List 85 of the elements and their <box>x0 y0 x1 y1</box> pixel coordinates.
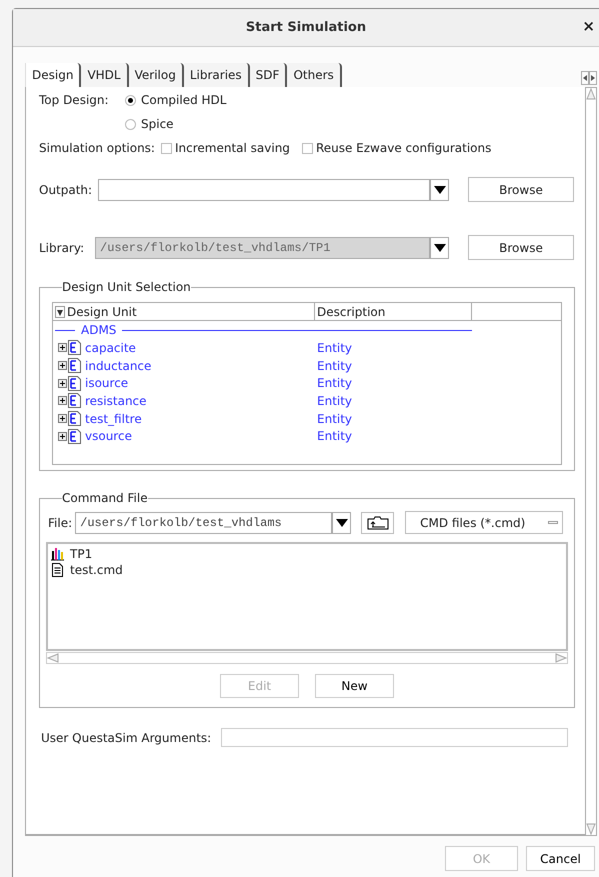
horizontal-scrollbar[interactable] <box>46 652 568 664</box>
column-header[interactable]: Design Unit <box>53 303 315 320</box>
entity-icon <box>68 340 81 356</box>
folder-up-icon <box>366 516 389 530</box>
tab[interactable]: Design <box>25 63 82 87</box>
radio-button[interactable] <box>125 118 136 130</box>
right-arrow-icon <box>555 653 567 663</box>
entity-icon <box>68 358 81 374</box>
filter-dropdown[interactable]: CMD files (*.cmd) <box>405 511 564 534</box>
dropdown-icon <box>434 186 446 194</box>
entity-icon <box>68 376 81 391</box>
expand-icon[interactable] <box>58 432 67 441</box>
design-unit-name: vsource <box>85 428 132 446</box>
field-label: Library: <box>39 240 86 256</box>
radio-option[interactable]: Compiled HDL <box>125 91 226 109</box>
description-cell-text: Entity <box>316 392 352 410</box>
entity-icon <box>68 411 81 426</box>
entity-icon <box>68 428 81 444</box>
document-icon <box>50 563 65 577</box>
dropdown-button[interactable] <box>430 236 449 258</box>
scroll-left-button[interactable] <box>581 71 589 85</box>
expand-icon[interactable] <box>58 378 67 388</box>
checkbox[interactable] <box>160 142 172 154</box>
description-cell-text: Entity <box>316 428 352 446</box>
browse-button[interactable]: Browse <box>468 177 574 202</box>
expand-icon[interactable] <box>58 396 67 406</box>
dropdown-icon <box>434 244 446 252</box>
design-unit-row[interactable]: inductance Entity <box>53 356 561 374</box>
field-label: Outpath: <box>39 182 94 198</box>
design-unit-name: test_filtre <box>85 410 142 428</box>
tab[interactable]: Others <box>287 63 342 87</box>
path-field[interactable] <box>98 178 430 200</box>
close-button[interactable]: × <box>582 19 595 34</box>
path-field[interactable]: /users/florkolb/test_vhdlams <box>75 512 332 534</box>
description-cell-text: Entity <box>316 358 352 375</box>
expand-icon[interactable] <box>58 361 67 370</box>
description-cell-text: Entity <box>316 340 352 357</box>
radio-option[interactable]: Spice <box>125 115 226 133</box>
design-unit-name: isource <box>85 375 128 392</box>
scroll-right-button[interactable] <box>589 71 597 85</box>
column-header[interactable]: Description <box>315 303 472 320</box>
file-item[interactable]: TP1 <box>50 546 564 562</box>
arguments-label: User QuestaSim Arguments: <box>41 730 212 746</box>
design-unit-row[interactable]: capacite Entity <box>53 339 561 357</box>
right-arrow-icon <box>591 75 595 81</box>
group-header: ADMS <box>80 322 118 339</box>
command-button[interactable]: New <box>315 674 394 698</box>
dialog-button[interactable]: Cancel <box>526 846 595 871</box>
design-unit-name: capacite <box>85 340 136 357</box>
tab[interactable]: Libraries <box>184 63 250 87</box>
radio-button[interactable] <box>125 94 136 106</box>
dropdown-icon <box>336 518 348 526</box>
vertical-scrollbar[interactable] <box>585 87 597 836</box>
design-unit-row[interactable]: test_filtre Entity <box>53 410 561 428</box>
checkbox[interactable] <box>302 142 313 154</box>
waveform-bars-icon <box>50 547 65 561</box>
description-cell-text: Entity <box>316 375 352 392</box>
expand-icon[interactable] <box>58 414 67 424</box>
arguments-field[interactable] <box>221 728 568 747</box>
file-item[interactable]: test.cmd <box>50 562 564 578</box>
design-unit-name: inductance <box>85 358 152 375</box>
expand-icon[interactable] <box>58 343 67 352</box>
tab[interactable]: Verilog <box>128 63 184 87</box>
entity-icon <box>68 393 81 408</box>
checkbox-option[interactable]: Reuse Ezwave configurations <box>302 139 492 157</box>
tab[interactable]: VHDL <box>81 63 129 87</box>
left-arrow-icon <box>583 75 587 81</box>
group-title: Command File <box>62 490 148 507</box>
group-title: Design Unit Selection <box>62 279 191 296</box>
tab[interactable]: SDF <box>250 63 288 87</box>
file-label: File: <box>48 514 72 532</box>
sort-icon <box>55 306 65 318</box>
simulation-options-label: Simulation options: <box>39 140 155 157</box>
description-cell-text: Entity <box>316 410 352 428</box>
top-design-label: Top Design: <box>39 92 110 109</box>
checkbox-option[interactable]: Incremental saving <box>160 139 290 157</box>
dropdown-button[interactable] <box>430 178 449 200</box>
dropdown-button[interactable] <box>332 512 352 534</box>
design-unit-name: resistance <box>85 392 147 410</box>
parent-folder-button[interactable] <box>361 512 394 534</box>
left-arrow-icon <box>47 653 59 663</box>
design-unit-row[interactable]: vsource Entity <box>53 427 561 446</box>
design-unit-row[interactable]: isource Entity <box>53 374 561 392</box>
window-title: Start Simulation <box>246 18 366 37</box>
design-unit-row[interactable]: resistance Entity <box>53 392 561 410</box>
